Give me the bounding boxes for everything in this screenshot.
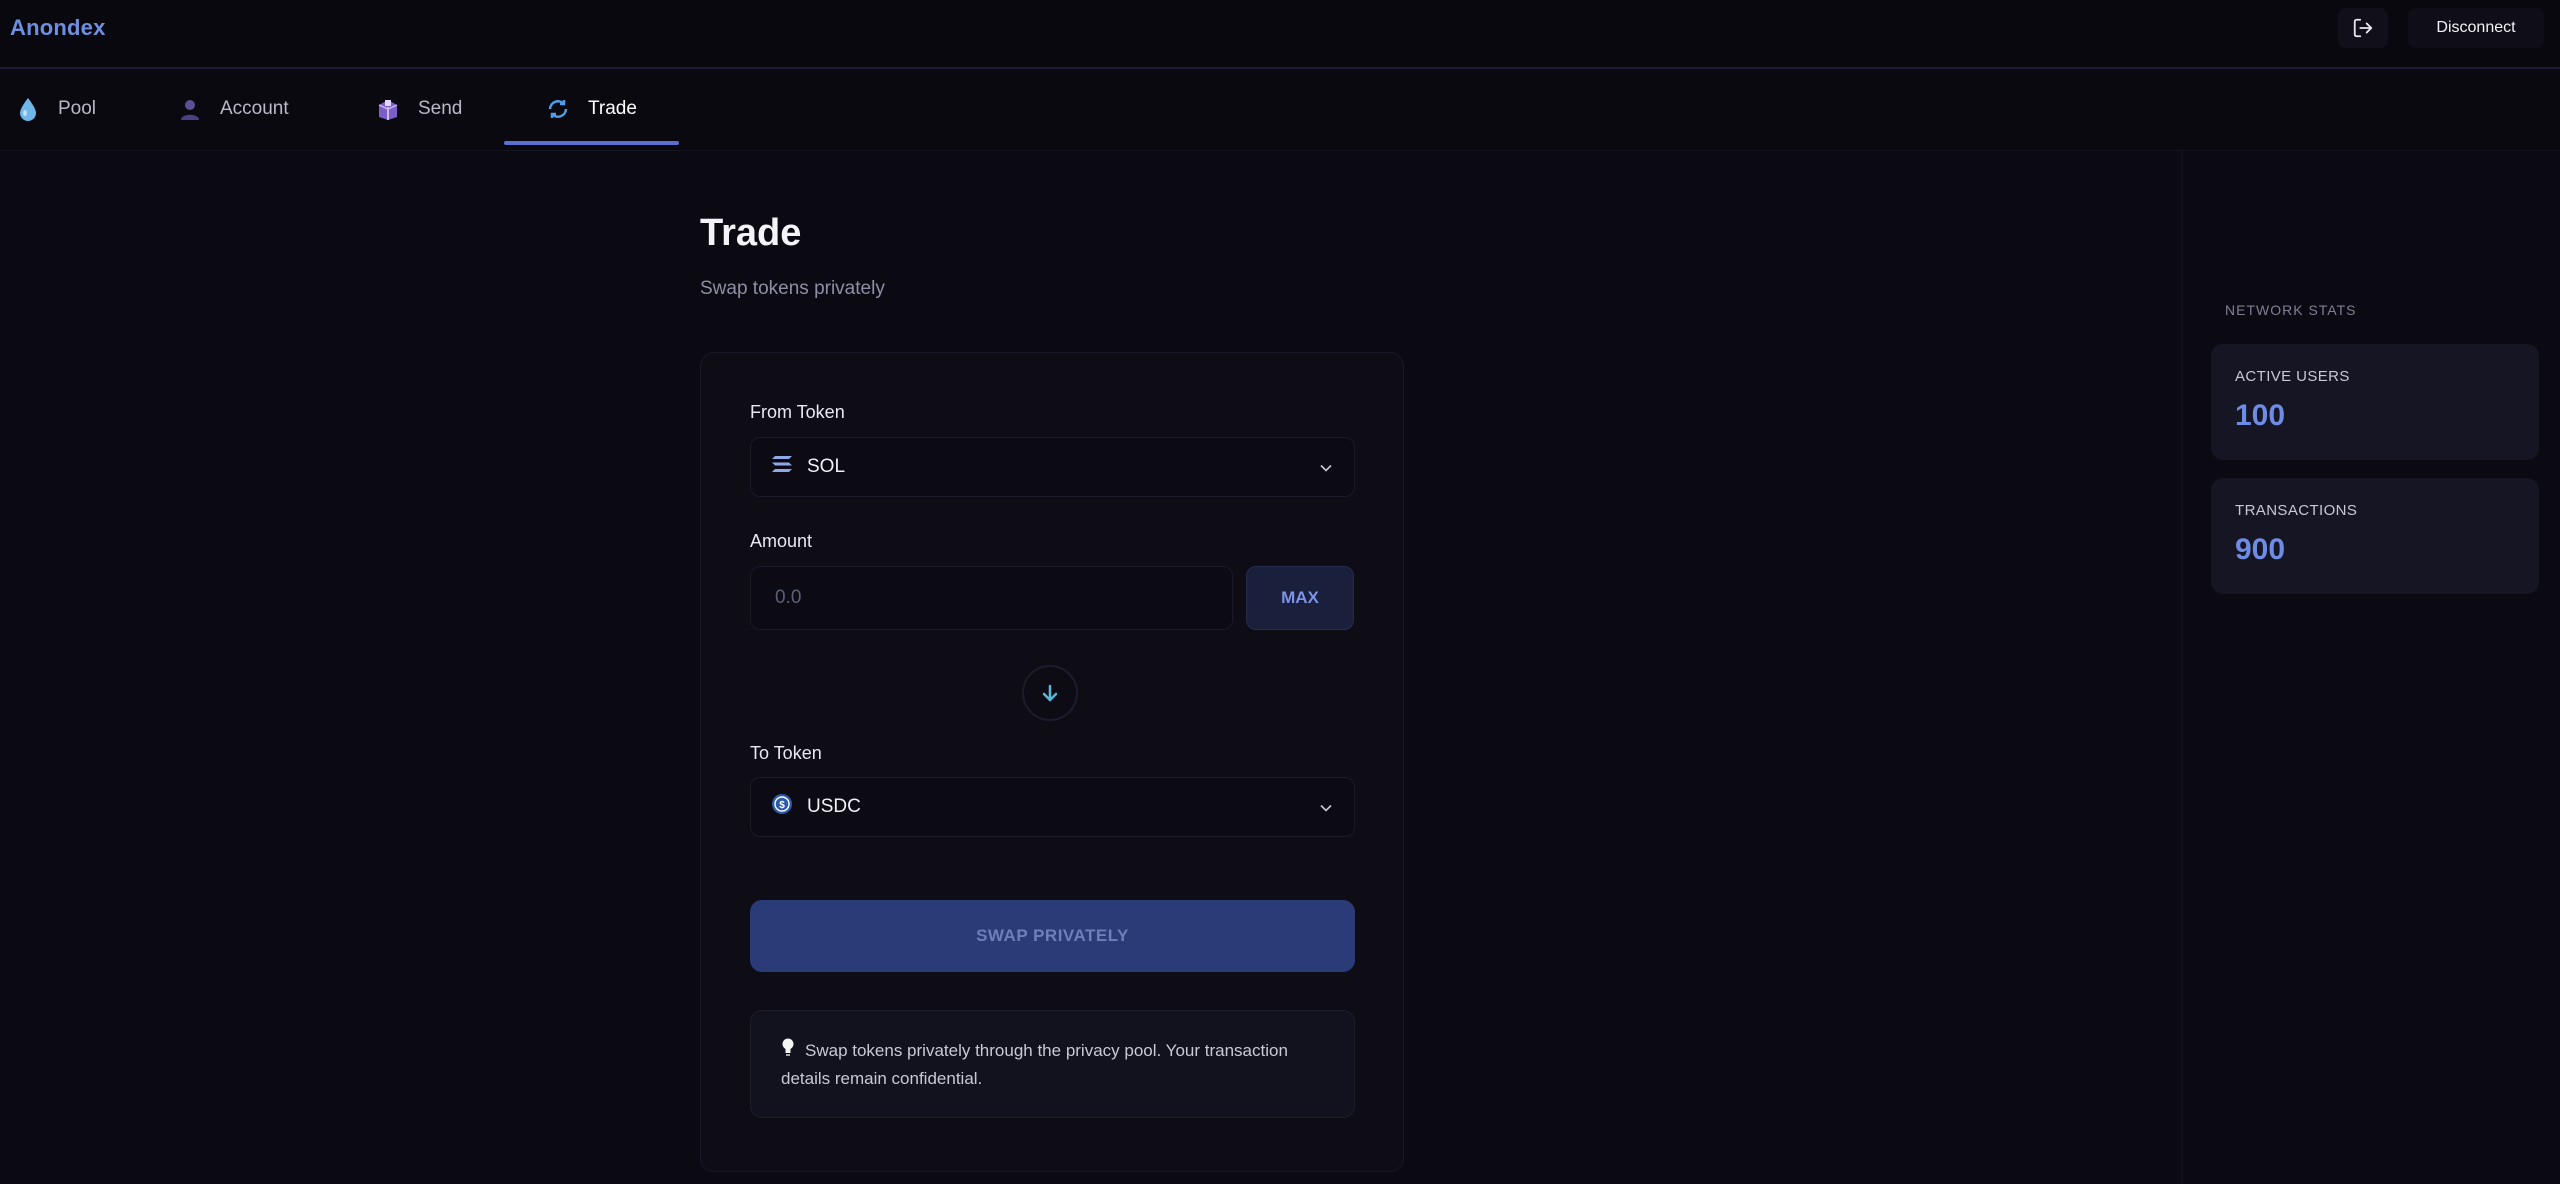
page-title: Trade: [700, 212, 802, 254]
stat-label: TRANSACTIONS: [2235, 502, 2358, 519]
max-button[interactable]: MAX: [1246, 566, 1354, 630]
swap-cycle-icon: [546, 97, 570, 121]
logout-button[interactable]: [2338, 8, 2388, 48]
sidebar-divider: [2181, 151, 2183, 1184]
stat-card-active-users: ACTIVE USERS 100: [2211, 344, 2539, 460]
stat-value: 900: [2235, 533, 2286, 566]
from-token-value: SOL: [807, 456, 846, 477]
privacy-info-text: Swap tokens privately through the privac…: [781, 1041, 1288, 1088]
tab-pool-label: Pool: [58, 98, 97, 119]
from-token-select[interactable]: SOL: [750, 437, 1355, 497]
swap-privately-button[interactable]: SWAP PRIVATELY: [750, 900, 1355, 972]
stat-label: ACTIVE USERS: [2235, 368, 2350, 385]
to-token-select[interactable]: $ USDC: [750, 777, 1355, 837]
svg-text:$: $: [779, 800, 785, 811]
lightbulb-icon: [781, 1037, 795, 1065]
sol-token-icon: [771, 455, 793, 479]
page-subtitle: Swap tokens privately: [700, 278, 885, 299]
privacy-info-box: Swap tokens privately through the privac…: [750, 1010, 1355, 1118]
app-root: Anondex Disconnect Pool Account Send Tra…: [0, 0, 2560, 1184]
disconnect-button[interactable]: Disconnect: [2408, 8, 2544, 48]
stat-value: 100: [2235, 399, 2286, 432]
amount-input[interactable]: [750, 566, 1233, 630]
package-icon: [376, 97, 400, 121]
arrow-down-icon: [1042, 684, 1058, 702]
tab-pool[interactable]: Pool: [16, 71, 96, 147]
amount-label: Amount: [750, 531, 813, 551]
top-bar: Anondex Disconnect: [0, 0, 2560, 69]
stat-card-transactions: TRANSACTIONS 900: [2211, 478, 2539, 594]
to-token-label: To Token: [750, 743, 822, 763]
tab-bar: Pool Account Send Trade: [0, 71, 2560, 151]
tab-trade[interactable]: Trade: [546, 71, 637, 147]
tab-send-label: Send: [418, 98, 463, 119]
from-token-label: From Token: [750, 402, 845, 422]
active-tab-indicator: [504, 141, 679, 145]
droplet-icon: [16, 97, 40, 121]
to-token-value: USDC: [807, 796, 861, 817]
swap-direction-button[interactable]: [1022, 665, 1078, 721]
tab-account[interactable]: Account: [178, 71, 289, 147]
network-stats-heading: NETWORK STATS: [2225, 302, 2357, 318]
tab-send[interactable]: Send: [376, 71, 462, 147]
tab-trade-label: Trade: [588, 98, 637, 119]
chevron-down-icon: [1320, 804, 1332, 812]
logout-icon: [2353, 18, 2373, 38]
tab-account-label: Account: [220, 98, 289, 119]
chevron-down-icon: [1320, 464, 1332, 472]
user-icon: [178, 97, 202, 121]
usdc-token-icon: $: [771, 793, 793, 821]
brand-logo[interactable]: Anondex: [10, 15, 106, 41]
